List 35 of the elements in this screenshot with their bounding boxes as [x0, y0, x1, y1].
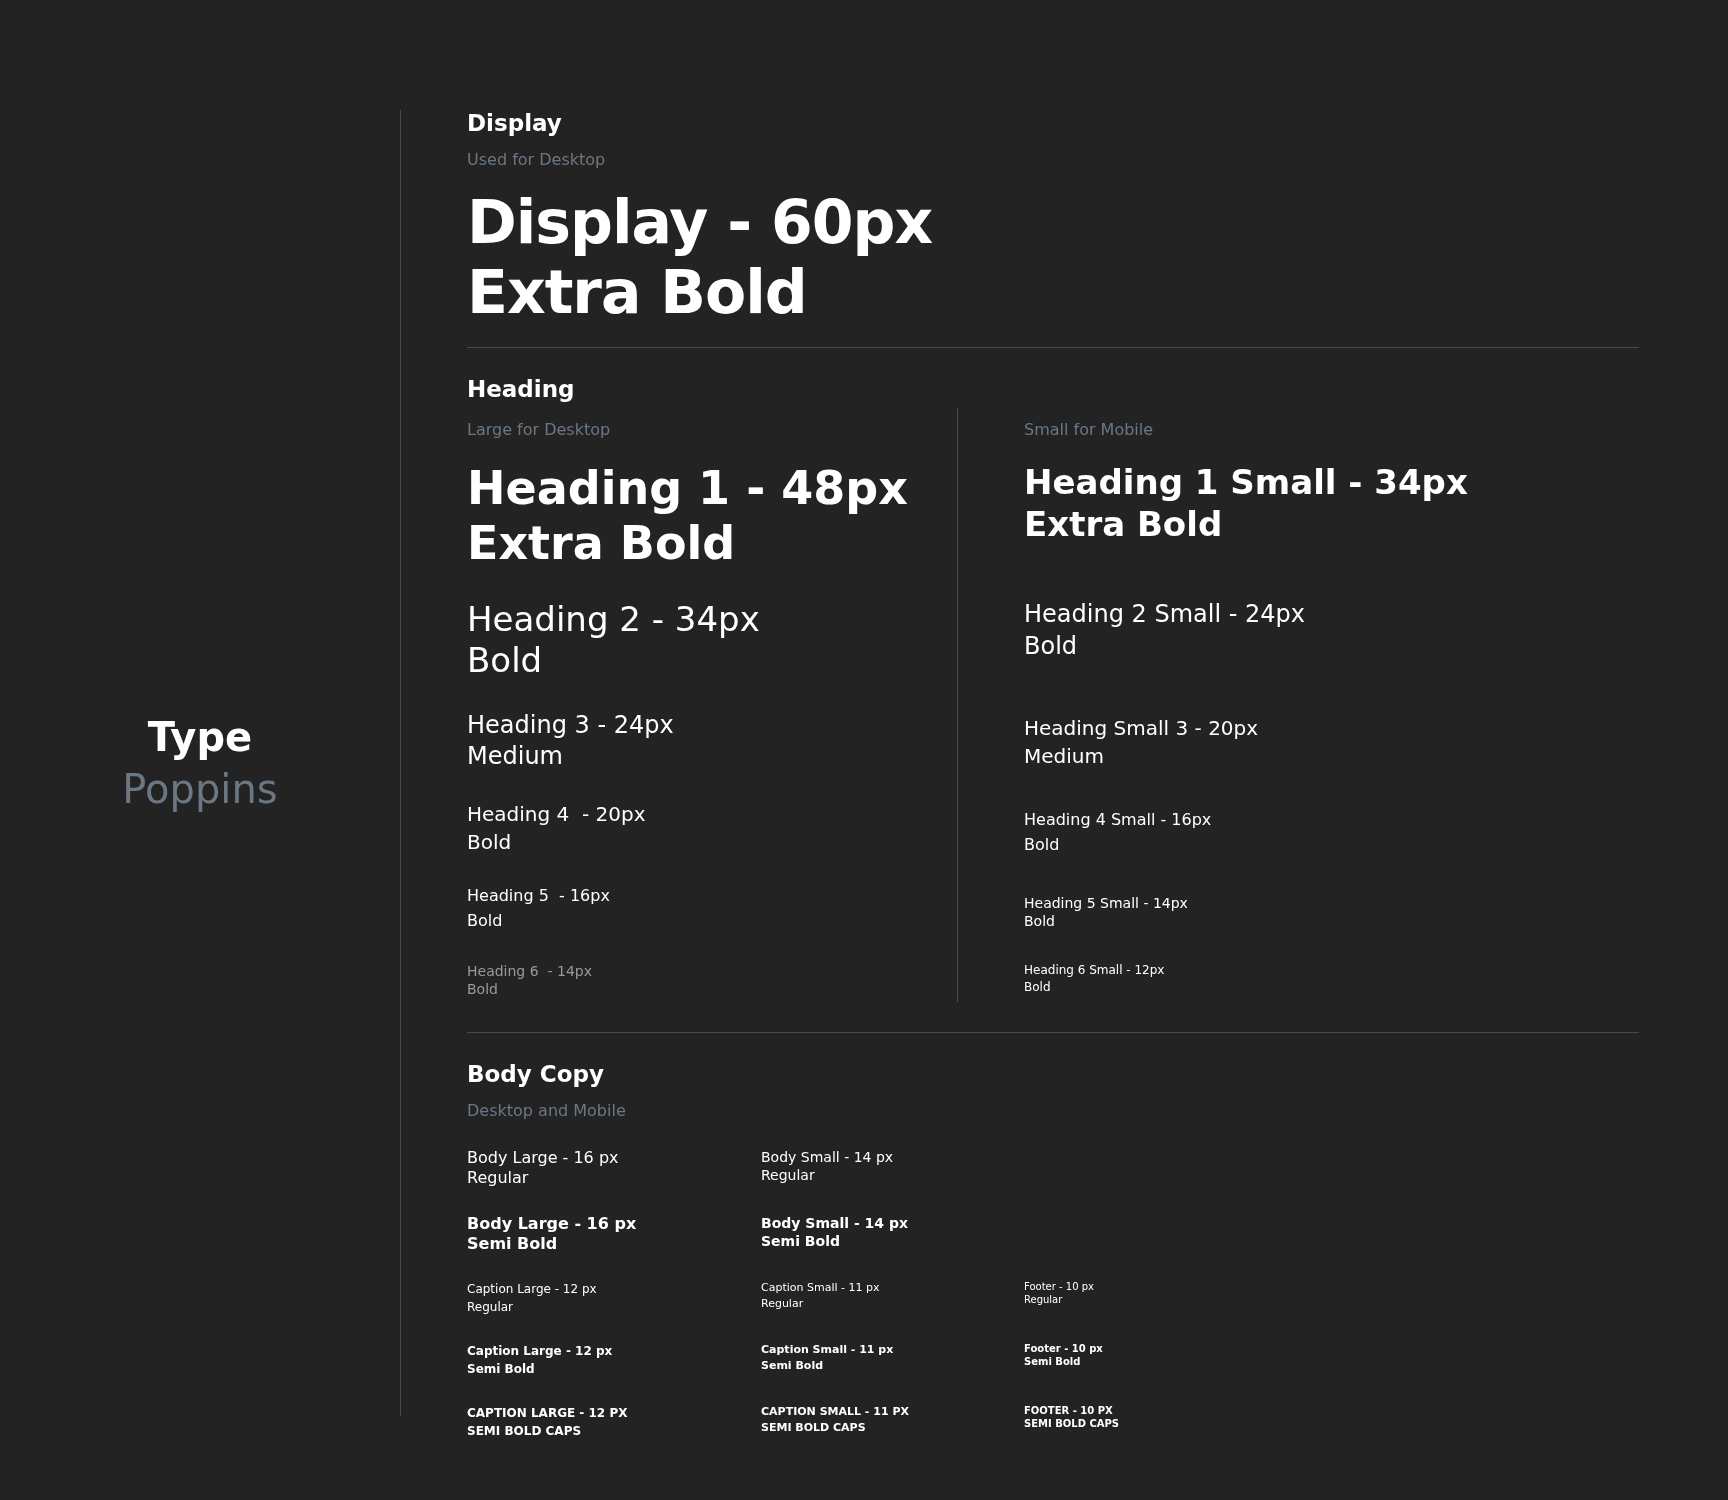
- type-sample: Body Large - 16 px Semi Bold: [467, 1213, 638, 1254]
- type-sample: CAPTION LARGE - 12 PX SEMI BOLD CAPS: [467, 1404, 629, 1440]
- type-sample: Heading 1 Small - 34px Extra Bold: [1024, 460, 1468, 546]
- type-sample: Heading 2 Small - 24px Bold: [1024, 598, 1306, 662]
- section-subtitle: Used for Desktop: [467, 149, 607, 169]
- type-sample: CAPTION SMALL - 11 PX SEMI BOLD CAPS: [761, 1403, 910, 1436]
- type-sample: Body Large - 16 px Regular: [467, 1147, 620, 1188]
- type-sample: Caption Large - 12 px Semi Bold: [467, 1342, 614, 1378]
- type-sample: Caption Large - 12 px Regular: [467, 1280, 598, 1316]
- type-sample: Body Small - 14 px Semi Bold: [761, 1213, 909, 1251]
- type-sample: Heading 5 - 16px Bold: [467, 885, 611, 933]
- section-title: Display: [467, 110, 563, 138]
- type-sample: Heading 6 - 14px Bold: [467, 961, 593, 999]
- type-sample: Heading 1 - 48px Extra Bold: [467, 460, 909, 571]
- type-sample: Heading 4 Small - 16px Bold: [1024, 809, 1213, 857]
- section-subtitle: Large for Desktop: [467, 419, 612, 439]
- section-title: Body Copy: [467, 1061, 605, 1089]
- section-title: Heading: [467, 375, 576, 404]
- type-sample: Heading Small 3 - 20px Medium: [1024, 715, 1260, 771]
- type-sample: Heading 6 Small - 12px Bold: [1024, 962, 1166, 995]
- section-subtitle: Small for Mobile: [1024, 419, 1155, 439]
- font-name: Poppins: [122, 765, 278, 814]
- type-sample: FOOTER - 10 PX SEMI BOLD CAPS: [1024, 1403, 1121, 1431]
- type-sample: Heading 4 - 20px Bold: [467, 801, 647, 857]
- type-sample: Body Small - 14 px Regular: [761, 1147, 895, 1185]
- type-sample: Caption Small - 11 px Regular: [761, 1279, 881, 1312]
- type-sample: Heading 3 - 24px Medium: [467, 709, 675, 773]
- type-sample: Heading 2 - 34px Bold: [467, 598, 761, 682]
- type-sample: Display - 60px Extra Bold: [467, 186, 934, 327]
- type-sample: Footer - 10 px Regular: [1024, 1279, 1095, 1307]
- type-sample: Heading 5 Small - 14px Bold: [1024, 893, 1189, 931]
- section-title: Type: [147, 713, 253, 762]
- section-subtitle: Desktop and Mobile: [467, 1100, 627, 1120]
- type-sample: Footer - 10 px Semi Bold: [1024, 1341, 1104, 1369]
- type-sample: Caption Small - 11 px Semi Bold: [761, 1341, 895, 1374]
